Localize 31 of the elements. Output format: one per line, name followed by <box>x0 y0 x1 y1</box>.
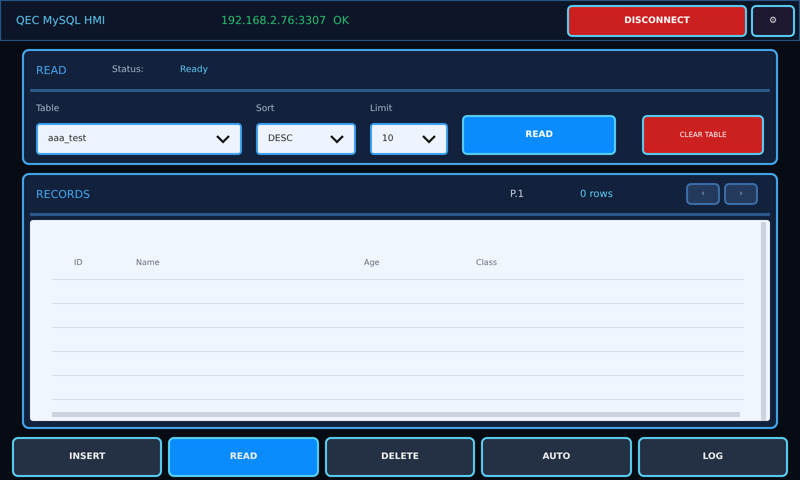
column-header: Name <box>136 258 160 267</box>
row-count: 0 rows <box>580 188 614 200</box>
chevron-down-icon <box>422 134 436 144</box>
column-header: Class <box>476 258 498 267</box>
next-page-button[interactable]: › <box>724 183 758 205</box>
column-header: Age <box>364 258 380 267</box>
dropdown[interactable]: aaa_test <box>36 123 242 155</box>
chevron-down-icon <box>216 134 230 144</box>
panel-title: READ <box>36 64 68 76</box>
connection-status: 192.168.2.76:3307 OK <box>221 14 350 27</box>
vertical-scrollbar[interactable] <box>761 222 766 421</box>
dropdown[interactable]: DESC <box>256 123 356 155</box>
app-title: QEC MySQL HMI <box>16 14 106 27</box>
column-header: ID <box>74 258 83 267</box>
chevron-down-icon <box>330 134 344 144</box>
nav-button[interactable]: DELETE <box>324 437 476 477</box>
nav-button[interactable]: AUTO <box>481 437 632 477</box>
page-number: P.1 <box>510 188 526 200</box>
panel-title: RECORDS <box>36 188 92 200</box>
field-label: Table <box>36 104 60 114</box>
horizontal-scrollbar[interactable] <box>52 412 740 417</box>
nav-button[interactable]: LOG <box>638 437 788 477</box>
field-label: Sort <box>256 104 276 114</box>
disconnect-button[interactable]: DISCONNECT <box>567 4 747 36</box>
status-label: Status: <box>112 65 145 75</box>
field-label: Limit <box>370 104 394 114</box>
previous-page-button[interactable]: ‹ <box>686 183 720 205</box>
settings-button[interactable]: ⚙ <box>751 4 795 36</box>
nav-button[interactable]: INSERT <box>12 437 162 477</box>
status-value: Ready <box>180 65 208 75</box>
dropdown[interactable]: 10 <box>370 123 448 155</box>
